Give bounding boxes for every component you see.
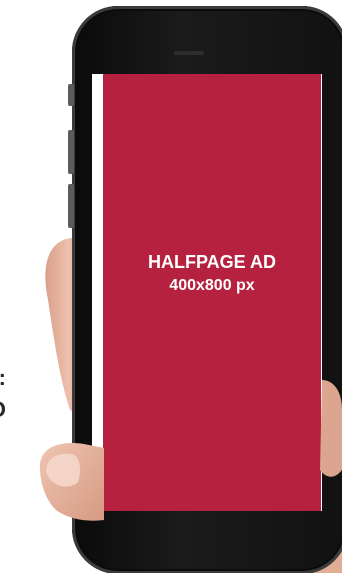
ad-title: HALFPAGE AD bbox=[148, 251, 276, 272]
phone-mute-switch bbox=[68, 84, 74, 106]
phone-volume-up-button bbox=[68, 130, 74, 174]
phone-volume-down-button bbox=[68, 184, 74, 228]
ad-size: 400x800 px bbox=[169, 276, 255, 294]
phone-speaker bbox=[174, 51, 204, 55]
halfpage-ad-placeholder: HALFPAGE AD 400x800 px bbox=[103, 74, 321, 511]
